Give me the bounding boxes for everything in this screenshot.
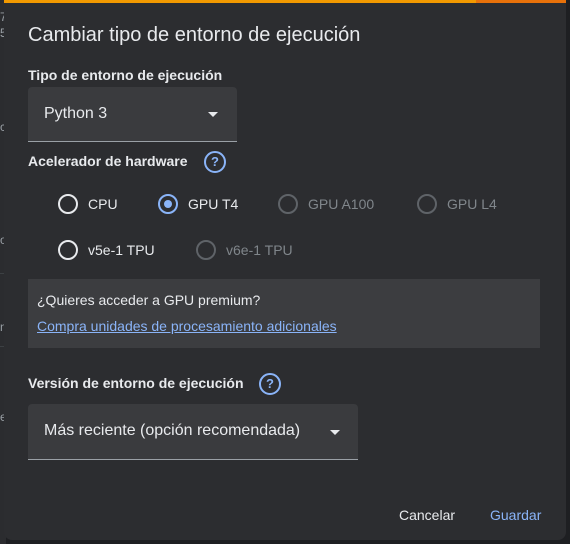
dialog-top-accent-end (476, 0, 566, 3)
radio-button-icon (417, 194, 437, 214)
hardware-accelerator-label: Acelerador de hardware (28, 153, 188, 169)
premium-gpu-question: ¿Quieres acceder a GPU premium? (37, 292, 261, 308)
radio-button-icon (58, 240, 78, 260)
cancel-button[interactable]: Cancelar (399, 507, 455, 523)
dropdown-caret-icon (330, 430, 340, 435)
radio-button-icon (196, 240, 216, 260)
buy-compute-units-link[interactable]: Compra unidades de procesamiento adicion… (37, 318, 337, 334)
radio-label: v5e-1 TPU (88, 242, 155, 258)
radio-label: GPU T4 (188, 196, 239, 212)
dialog-title: Cambiar tipo de entorno de ejecución (28, 24, 361, 46)
radio-label: GPU L4 (447, 196, 497, 212)
radio-button-icon (58, 194, 78, 214)
dropdown-caret-icon (208, 112, 218, 117)
radio-button-icon (278, 194, 298, 214)
premium-gpu-notice: ¿Quieres acceder a GPU premium? Compra u… (28, 279, 540, 348)
radio-label: GPU A100 (308, 196, 375, 212)
runtime-dialog: Cambiar tipo de entorno de ejecución Tip… (4, 0, 566, 540)
radio-button-checked-icon (158, 194, 178, 214)
runtime-type-label: Tipo de entorno de ejecución (28, 67, 223, 83)
help-icon[interactable]: ? (204, 151, 226, 173)
runtime-type-value: Python 3 (44, 105, 108, 122)
runtime-version-label: Versión de entorno de ejecución (28, 375, 244, 391)
runtime-version-select[interactable]: Más reciente (opción recomendada) (28, 404, 358, 460)
save-button[interactable]: Guardar (490, 507, 541, 523)
radio-label: CPU (88, 196, 118, 212)
help-icon[interactable]: ? (259, 373, 281, 395)
radio-label: v6e-1 TPU (226, 242, 293, 258)
runtime-type-select[interactable]: Python 3 (28, 87, 237, 142)
runtime-version-value: Más reciente (opción recomendada) (44, 422, 301, 439)
